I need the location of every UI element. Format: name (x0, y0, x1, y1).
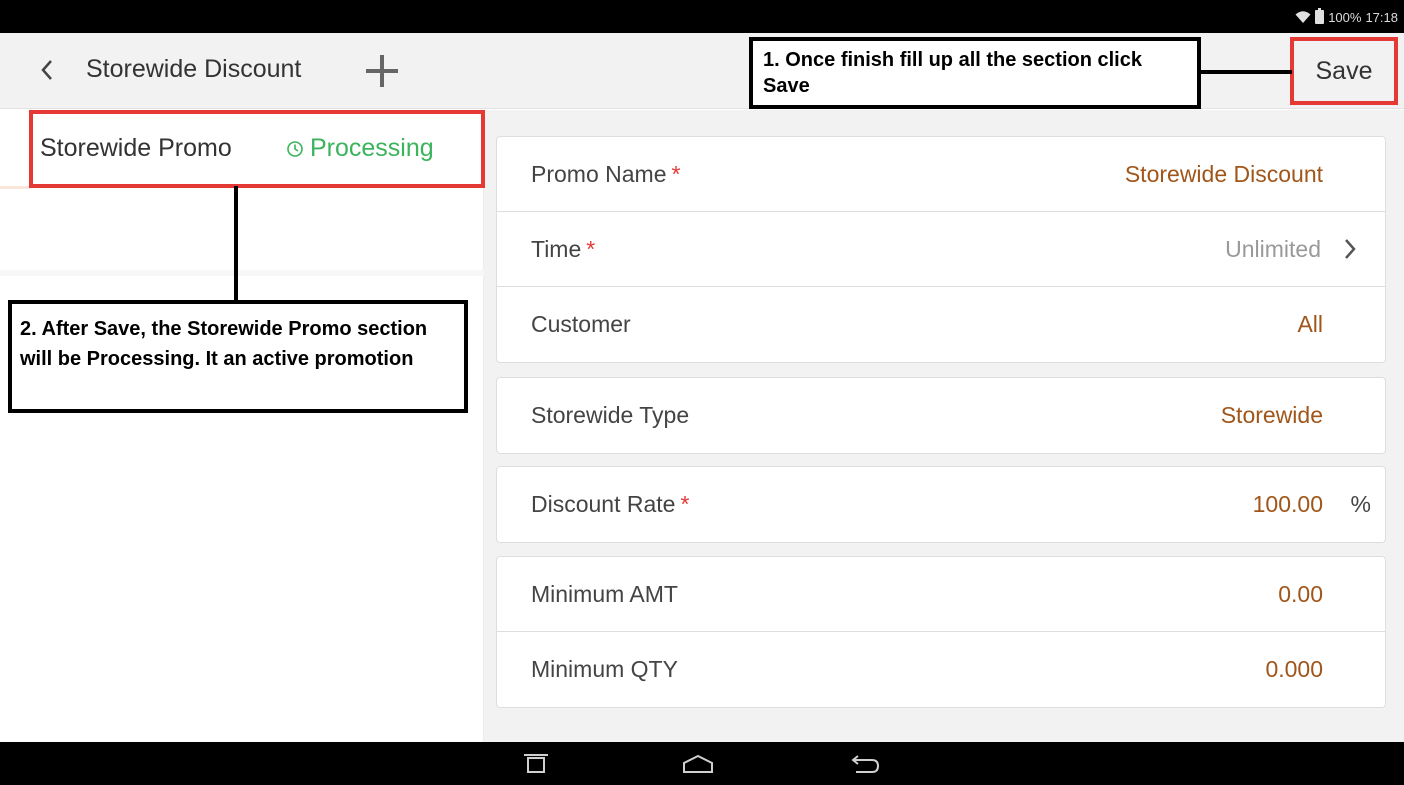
back-button[interactable] (32, 55, 62, 85)
chevron-left-icon (41, 60, 52, 80)
promo-name-value[interactable]: Storewide Discount (1125, 161, 1323, 188)
discount-rate-label: Discount Rate * (531, 491, 690, 517)
annotation-connector (234, 186, 238, 302)
storewide-type-label: Storewide Type (531, 402, 690, 428)
discount-rate-input[interactable]: 100.00 (1253, 491, 1323, 518)
list-divider (0, 270, 484, 276)
back-icon[interactable] (846, 752, 882, 776)
page-title: Storewide Discount (86, 55, 302, 83)
system-nav-bar (0, 742, 1404, 785)
save-button[interactable]: Save (1290, 37, 1398, 105)
annotation-step-2: 2. After Save, the Storewide Promo secti… (8, 300, 468, 413)
minimum-amt-input[interactable]: 0.00 (1278, 581, 1323, 608)
percent-unit: % (1350, 491, 1371, 517)
customer-row[interactable]: Customer All (497, 287, 1385, 362)
status-bar: 100% 17:18 (0, 0, 1404, 33)
promo-form-panel: Promo Name * Storewide Discount Time * Unl… (484, 110, 1404, 742)
promo-name-row[interactable]: Promo Name * Storewide Discount (497, 137, 1385, 212)
customer-label: Customer (531, 311, 631, 337)
minimum-qty-row[interactable]: Minimum QTY 0.000 (497, 632, 1385, 707)
time-label: Time * (531, 236, 596, 262)
discount-rate-row[interactable]: Discount Rate * 100.00 % (497, 467, 1385, 542)
storewide-type-value[interactable]: Storewide (1221, 402, 1323, 429)
status-indicators: 100% 17:18 (1295, 8, 1398, 25)
time-value: Unlimited (1225, 236, 1321, 262)
required-marker: * (680, 491, 690, 517)
customer-value[interactable]: All (1297, 311, 1323, 338)
promo-list-panel: Storewide Promo Processing (0, 110, 484, 742)
time-row[interactable]: Time * Unlimited (497, 212, 1385, 287)
form-card-discount: Discount Rate * 100.00 % (496, 466, 1386, 543)
battery-level: 100% (1328, 9, 1362, 25)
storewide-type-row[interactable]: Storewide Type Storewide (497, 378, 1385, 453)
form-card-type: Storewide Type Storewide (496, 377, 1386, 454)
chevron-right-icon (1345, 239, 1356, 259)
form-card-minimums: Minimum AMT 0.00 Minimum QTY 0.000 (496, 556, 1386, 708)
annotation-step-1: 1. Once finish fill up all the section c… (749, 37, 1201, 109)
minimum-amt-row[interactable]: Minimum AMT 0.00 (497, 557, 1385, 632)
promo-item-divider (0, 186, 30, 189)
promo-name-label: Promo Name * (531, 161, 681, 187)
minimum-amt-label: Minimum AMT (531, 581, 678, 607)
annotation-connector (1200, 70, 1292, 74)
clock-time: 17:18 (1365, 9, 1398, 25)
form-card-general: Promo Name * Storewide Discount Time * Unl… (496, 136, 1386, 363)
battery-icon (1315, 8, 1325, 24)
minimum-qty-label: Minimum QTY (531, 656, 678, 682)
required-marker: * (586, 236, 596, 262)
minimum-qty-input[interactable]: 0.000 (1265, 656, 1323, 683)
add-button[interactable] (364, 53, 400, 89)
wifi-icon (1295, 11, 1311, 23)
recent-apps-icon[interactable] (518, 752, 554, 776)
home-icon[interactable] (680, 752, 716, 776)
required-marker: * (671, 161, 681, 187)
promo-highlight-box (29, 110, 485, 188)
